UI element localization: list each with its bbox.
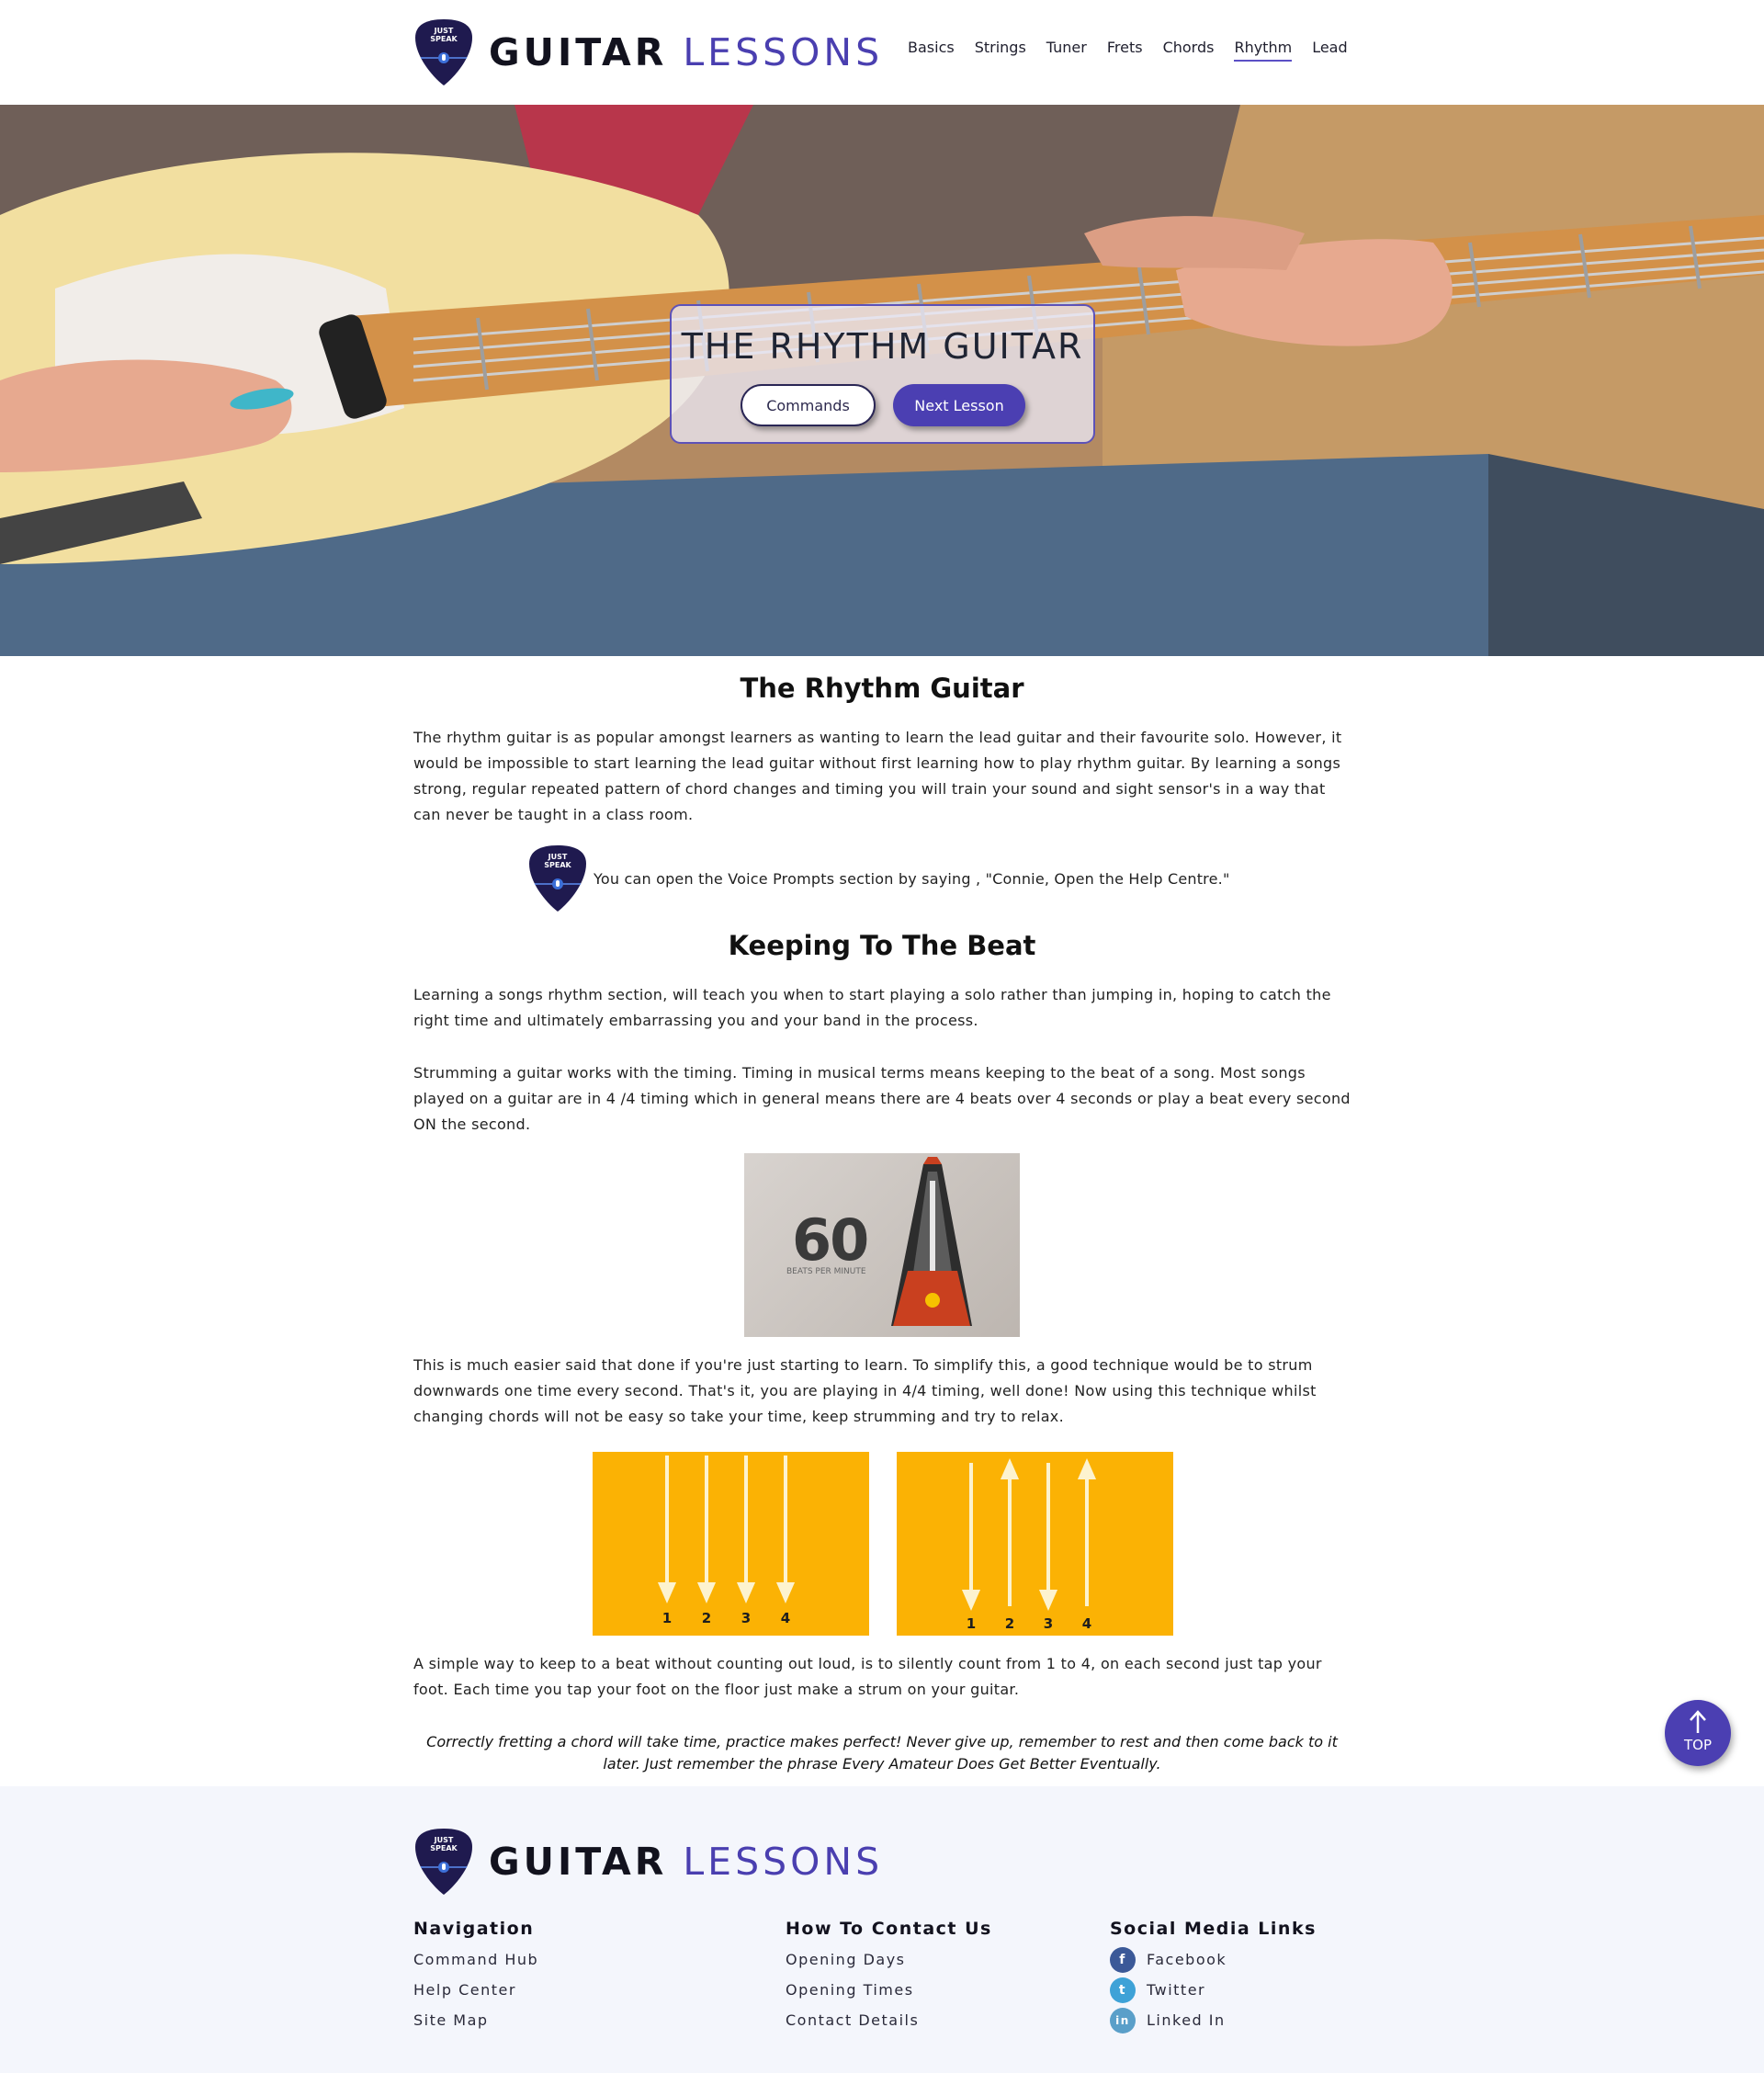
footer-link-facebook[interactable]: f Facebook [1110, 1946, 1317, 1973]
strum-count-1: 1 [662, 1610, 672, 1626]
strum-count-3: 3 [741, 1610, 751, 1626]
pick-text-top: JUST [434, 1836, 454, 1844]
footer-link-help-center[interactable]: Help Center [413, 1980, 538, 1999]
nav-item-rhythm[interactable]: Rhythm [1234, 39, 1293, 62]
strumming-timing-paragraph: Strumming a guitar works with the timing… [413, 1064, 1351, 1133]
footer-navigation-column: Navigation Command Hub Help Center Site … [413, 1919, 538, 2030]
main-nav: Basics Strings Tuner Frets Chords Rhythm… [908, 39, 1368, 62]
twitter-icon: t [1110, 1977, 1136, 2003]
strum-count-3: 3 [1044, 1615, 1053, 1632]
strum-count-2: 2 [1005, 1615, 1014, 1632]
keeping-beat-heading: Keeping To The Beat [728, 930, 1036, 961]
logo-word-guitar: GUITAR [489, 1840, 668, 1884]
footer-link-command-hub[interactable]: Command Hub [413, 1950, 538, 1969]
site-footer: JUST SPEAK GUITAR LESSONS Navigation Com… [0, 1786, 1764, 2073]
back-to-top-button[interactable]: TOP [1665, 1700, 1731, 1766]
nav-item-chords[interactable]: Chords [1163, 39, 1215, 62]
nav-item-lead[interactable]: Lead [1312, 39, 1347, 62]
hero-title: THE RHYTHM GUITAR [681, 326, 1084, 367]
pick-text-top: JUST [434, 27, 454, 35]
rhythm-section-paragraph: Learning a songs rhythm section, will te… [413, 986, 1331, 1029]
nav-item-tuner[interactable]: Tuner [1046, 39, 1087, 62]
voice-prompt-tip: JUST SPEAK You can open the Voice Prompt… [527, 844, 1230, 913]
strum-count-4: 4 [781, 1610, 790, 1626]
nav-item-strings[interactable]: Strings [975, 39, 1026, 62]
twitter-label: Twitter [1147, 1981, 1206, 1999]
hero-panel: THE RHYTHM GUITAR Commands Next Lesson [670, 304, 1095, 444]
logo-wordmark: GUITAR LESSONS [489, 1840, 883, 1884]
footer-link-opening-days[interactable]: Opening Days [786, 1950, 992, 1969]
logo-word-lessons: LESSONS [683, 30, 884, 74]
down-arrows-icon: 1 2 3 4 [657, 1456, 796, 1626]
foot-tap-paragraph: A simple way to keep to a beat without c… [413, 1655, 1322, 1698]
footer-navigation-heading: Navigation [413, 1919, 535, 1939]
guitar-pick-logo-icon: JUST SPEAK [415, 19, 472, 85]
footer-logo[interactable]: JUST SPEAK GUITAR LESSONS [413, 1827, 883, 1897]
metronome-image: 60 BEATS PER MINUTE [744, 1153, 1020, 1337]
facebook-label: Facebook [1147, 1951, 1227, 1968]
strum-count-4: 4 [1082, 1615, 1091, 1632]
footer-link-opening-times[interactable]: Opening Times [786, 1980, 992, 1999]
nav-item-frets[interactable]: Frets [1107, 39, 1143, 62]
commands-button[interactable]: Commands [741, 384, 876, 426]
alternate-strum-pattern-image: 1 2 3 4 [897, 1452, 1173, 1636]
arrow-up-icon [1690, 1710, 1706, 1733]
footer-social-column: Social Media Links f Facebook t Twitter … [1110, 1919, 1317, 2033]
pick-text-bottom: SPEAK [430, 35, 458, 43]
guitar-pick-logo-icon: JUST SPEAK [529, 845, 586, 912]
linkedin-icon: in [1110, 2007, 1136, 2033]
practice-quote: Correctly fretting a chord will take tim… [426, 1733, 1338, 1773]
metronome-icon [891, 1157, 972, 1326]
voice-prompt-text: You can open the Voice Prompts section b… [594, 869, 1230, 888]
footer-contact-column: How To Contact Us Opening Days Opening T… [786, 1919, 992, 2030]
site-logo[interactable]: JUST SPEAK GUITAR LESSONS [413, 17, 883, 87]
hero-banner: THE RHYTHM GUITAR Commands Next Lesson [0, 105, 1764, 656]
rhythm-intro-paragraph: The rhythm guitar is as popular amongst … [413, 729, 1342, 823]
footer-social-heading: Social Media Links [1110, 1919, 1317, 1939]
footer-link-contact-details[interactable]: Contact Details [786, 2011, 992, 2030]
guitar-pick-logo-icon: JUST SPEAK [415, 1829, 472, 1895]
strum-count-2: 2 [702, 1610, 711, 1626]
footer-link-site-map[interactable]: Site Map [413, 2011, 538, 2030]
logo-word-lessons: LESSONS [683, 1840, 884, 1884]
footer-link-twitter[interactable]: t Twitter [1110, 1977, 1317, 2003]
pick-text-bottom: SPEAK [430, 1844, 458, 1852]
site-header: JUST SPEAK GUITAR LESSONS Basics Strings… [0, 0, 1764, 105]
pick-text-bottom: SPEAK [544, 861, 571, 869]
strum-technique-paragraph: This is much easier said that done if yo… [413, 1356, 1317, 1425]
logo-wordmark: GUITAR LESSONS [489, 30, 883, 74]
footer-contact-heading: How To Contact Us [786, 1919, 992, 1939]
linkedin-label: Linked In [1147, 2011, 1226, 2029]
strum-count-1: 1 [967, 1615, 976, 1632]
next-lesson-button[interactable]: Next Lesson [893, 384, 1025, 426]
up-down-arrows-icon: 1 2 3 4 [961, 1458, 1097, 1632]
downstrum-pattern-image: 1 2 3 4 [593, 1452, 869, 1636]
rhythm-guitar-heading: The Rhythm Guitar [740, 673, 1024, 704]
nav-item-basics[interactable]: Basics [908, 39, 955, 62]
pick-text-top: JUST [548, 853, 568, 861]
facebook-icon: f [1110, 1946, 1136, 1973]
logo-word-guitar: GUITAR [489, 30, 668, 74]
top-label: TOP [1683, 1737, 1712, 1753]
footer-link-linkedin[interactable]: in Linked In [1110, 2007, 1317, 2033]
